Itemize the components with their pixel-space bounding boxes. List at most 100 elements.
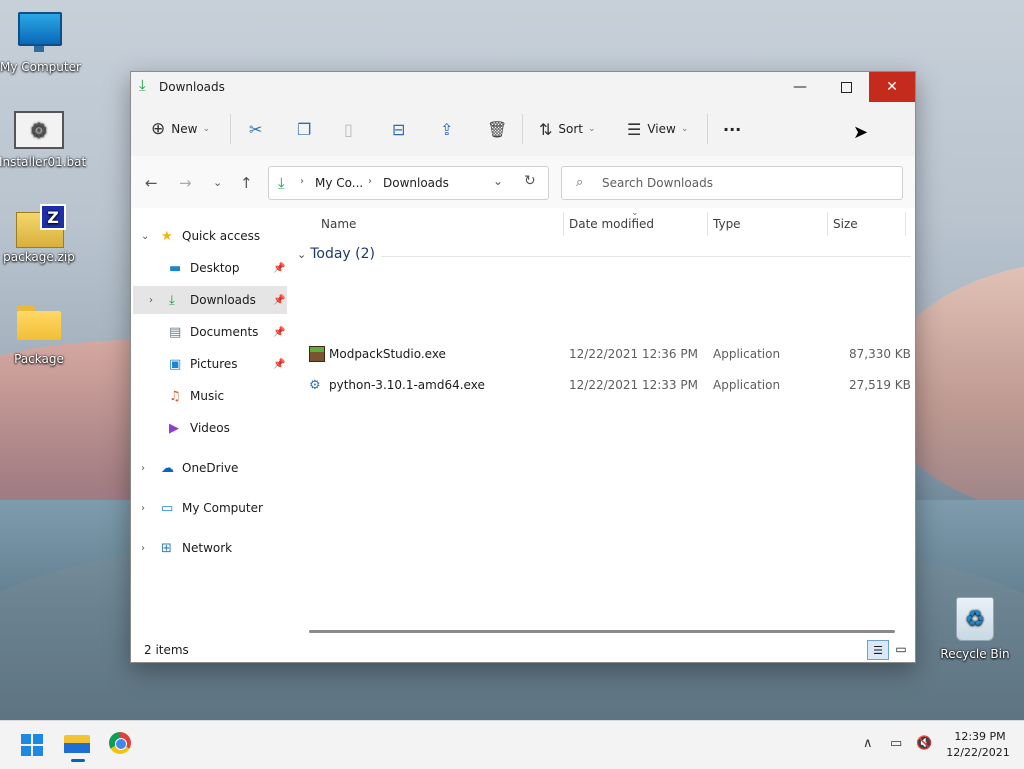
nav-item-desktop[interactable]: ▬ Desktop 📌	[133, 254, 287, 282]
column-header-type[interactable]: Type	[713, 217, 741, 231]
pin-icon: 📌	[273, 326, 286, 338]
recycle-bin-icon: ♻	[956, 597, 994, 641]
column-divider[interactable]	[707, 212, 708, 236]
share-button[interactable]: ⇪	[440, 116, 459, 142]
new-button[interactable]: ⊕ New ⌄	[151, 116, 210, 142]
nav-item-pictures[interactable]: ▣ Pictures 📌	[133, 350, 287, 378]
file-size: 87,330 KB	[849, 347, 911, 361]
video-icon: ▶	[169, 420, 179, 436]
minimize-button[interactable]: —	[777, 72, 823, 102]
nav-item-onedrive[interactable]: › ☁ OneDrive	[133, 454, 287, 482]
volume-muted-icon[interactable]: 🔇	[916, 736, 932, 751]
divider	[230, 114, 231, 144]
network-icon: ⊞	[161, 540, 172, 556]
clipboard-icon: ▯	[344, 119, 353, 139]
nav-item-videos[interactable]: ▶ Videos	[133, 414, 287, 442]
file-explorer-window: ⤓ Downloads — ✕ ⊕ New ⌄ ✂ ❐ ▯ ⊟ ⇪ 🗑 ⇅ So…	[130, 71, 916, 663]
command-bar: ⊕ New ⌄ ✂ ❐ ▯ ⊟ ⇪ 🗑 ⇅ Sort ⌄ ☰ View ⌄ ··…	[131, 102, 915, 157]
nav-item-quick-access[interactable]: ⌄ ★ Quick access	[133, 222, 287, 250]
desktop-icon-package-zip[interactable]: Z package.zip	[0, 204, 79, 264]
column-header-size[interactable]: Size	[833, 217, 858, 231]
file-date: 12/22/2021 12:36 PM	[569, 347, 698, 361]
close-icon: ✕	[886, 79, 898, 95]
show-hidden-icons-button[interactable]: ∧	[863, 736, 873, 751]
column-divider[interactable]	[563, 212, 564, 236]
file-list: Name Date modified ⌄ Type Size ⌄ Today (2…	[291, 208, 915, 628]
clock-date[interactable]: 12/22/2021	[945, 746, 1011, 759]
pin-icon: 📌	[273, 358, 286, 370]
refresh-button[interactable]: ↻	[524, 173, 536, 189]
zip-archive-icon: Z	[16, 204, 66, 248]
chevron-right-icon: ›	[368, 176, 372, 187]
nav-item-music[interactable]: ♫ Music	[133, 382, 287, 410]
details-view-icon: ☰	[873, 643, 883, 657]
nav-item-label: Quick access	[182, 229, 261, 243]
copy-icon: ❐	[297, 119, 312, 139]
horizontal-scrollbar[interactable]	[309, 630, 895, 633]
address-bar[interactable]: ⤓ › My Co... › Downloads ⌄ ↻	[268, 166, 549, 200]
chevron-down-icon: ⌄	[588, 124, 596, 134]
sort-button[interactable]: ⇅ Sort ⌄	[539, 116, 596, 142]
maximize-button[interactable]	[823, 72, 869, 102]
taskbar-file-explorer[interactable]	[64, 729, 92, 762]
breadcrumb-item[interactable]: Downloads	[383, 176, 449, 190]
start-button[interactable]	[21, 734, 43, 756]
tiles-view-icon: ▭	[895, 642, 907, 656]
chevron-down-icon: ⌄	[202, 124, 210, 134]
nav-item-label: My Computer	[182, 501, 263, 515]
nav-item-documents[interactable]: ▤ Documents 📌	[133, 318, 287, 346]
address-dropdown-button[interactable]: ⌄	[493, 174, 503, 188]
column-header-date[interactable]: Date modified	[569, 217, 654, 231]
paste-button[interactable]: ▯	[344, 116, 359, 142]
desktop-icon-recycle-bin[interactable]: ♻ Recycle Bin	[935, 597, 1015, 661]
network-icon[interactable]: ▭	[890, 736, 902, 751]
tiles-view-button[interactable]: ▭	[891, 640, 911, 658]
details-view-button[interactable]: ☰	[867, 640, 889, 660]
desktop-icon-package-folder[interactable]: Package	[0, 306, 79, 366]
nav-item-my-computer[interactable]: › ▭ My Computer	[133, 494, 287, 522]
navigation-pane: ⌄ ★ Quick access ▬ Desktop 📌 › ⤓ Downloa…	[131, 208, 291, 626]
list-view-icon: ☰	[627, 119, 642, 139]
nav-item-network[interactable]: › ⊞ Network	[133, 534, 287, 562]
view-button-label: View	[647, 122, 676, 136]
up-button[interactable]: ↑	[240, 174, 253, 192]
recent-locations-button[interactable]: ⌄	[213, 176, 222, 189]
breadcrumb-item[interactable]: My Co...	[315, 176, 363, 190]
column-header-name[interactable]: Name	[321, 217, 356, 231]
back-button[interactable]: ←	[145, 174, 158, 192]
rename-button[interactable]: ⊟	[392, 116, 411, 142]
pin-icon: 📌	[273, 262, 286, 274]
search-input[interactable]: ⌕ Search Downloads	[561, 166, 903, 200]
close-button[interactable]: ✕	[869, 72, 915, 102]
taskbar-chrome[interactable]	[109, 732, 131, 754]
desktop-icon-label: My Computer	[0, 60, 81, 74]
delete-button[interactable]: 🗑	[487, 116, 513, 142]
nav-item-downloads[interactable]: › ⤓ Downloads 📌	[133, 286, 287, 314]
clock-time[interactable]: 12:39 PM	[950, 730, 1010, 743]
scissors-icon: ✂	[249, 119, 263, 139]
view-button[interactable]: ☰ View ⌄	[627, 116, 688, 142]
pin-icon: 📌	[273, 294, 286, 306]
search-placeholder: Search Downloads	[602, 176, 713, 190]
column-divider[interactable]	[827, 212, 828, 236]
desktop-icon-label: package.zip	[3, 250, 75, 264]
download-icon: ⤓	[169, 292, 175, 308]
desktop-icon-my-computer[interactable]: My Computer	[0, 12, 81, 74]
document-icon: ▤	[169, 324, 182, 340]
group-header-today[interactable]: ⌄ Today (2)	[297, 246, 911, 262]
file-row[interactable]: ModpackStudio.exe 12/22/2021 12:36 PM Ap…	[291, 339, 915, 369]
chevron-right-icon: ›	[300, 176, 304, 187]
nav-item-label: Pictures	[190, 357, 238, 371]
desktop-icon-label: Installer01.bat	[0, 155, 87, 169]
desktop-icon: ▬	[169, 260, 182, 276]
group-label: Today (2)	[310, 246, 375, 262]
title-bar[interactable]: ⤓ Downloads — ✕	[131, 72, 915, 102]
forward-button[interactable]: →	[179, 174, 192, 192]
chevron-down-icon: ⌄	[680, 124, 689, 134]
desktop-icon-installer-bat[interactable]: ⚙ Installer01.bat	[0, 111, 87, 169]
more-options-button[interactable]: ···	[723, 116, 741, 142]
column-divider[interactable]	[905, 212, 906, 236]
cut-button[interactable]: ✂	[249, 116, 268, 142]
file-row[interactable]: ⚙ python-3.10.1-amd64.exe 12/22/2021 12:…	[291, 370, 915, 400]
copy-button[interactable]: ❐	[297, 116, 317, 142]
